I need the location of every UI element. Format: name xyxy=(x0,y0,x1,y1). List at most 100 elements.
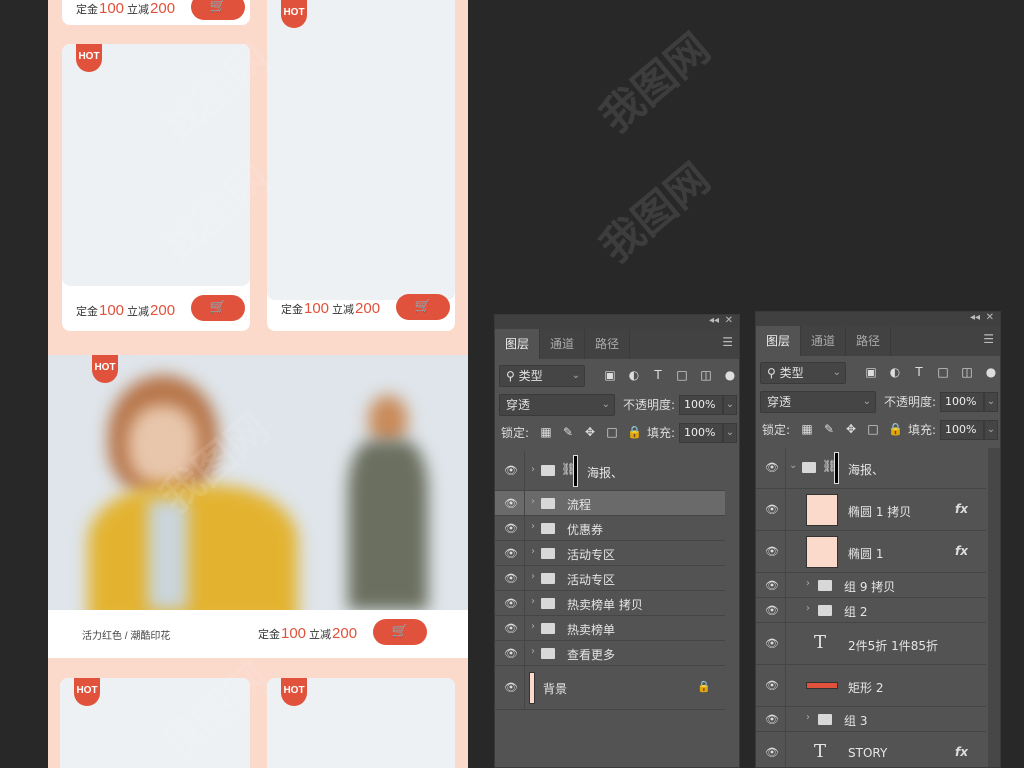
chevron-down-icon[interactable]: ⌄ xyxy=(984,392,998,412)
eye-icon[interactable]: 👁 xyxy=(764,545,780,558)
eye-icon[interactable]: 👁 xyxy=(503,681,519,694)
chevron-right-icon[interactable]: › xyxy=(531,596,535,607)
layer-row[interactable]: 👁 › 查看更多 xyxy=(495,641,725,666)
lock-brush-icon[interactable]: ✎ xyxy=(822,422,836,436)
chevron-right-icon[interactable]: › xyxy=(806,578,810,589)
chevron-down-icon[interactable]: ⌄ xyxy=(723,423,737,443)
fx-icon[interactable]: fx xyxy=(955,745,968,759)
fill-input[interactable]: 100% xyxy=(940,420,984,440)
add-to-cart-button[interactable]: 🛒 xyxy=(191,295,245,321)
eye-icon[interactable]: 👁 xyxy=(503,547,519,560)
blend-mode-select[interactable]: 穿透 ⌄ xyxy=(760,391,876,413)
lock-all-icon[interactable]: 🔒 xyxy=(888,422,903,436)
chevron-right-icon[interactable]: › xyxy=(531,464,535,475)
close-icon[interactable]: ✕ xyxy=(986,312,994,323)
smart-object-filter-icon[interactable]: ◫ xyxy=(960,365,974,379)
chevron-right-icon[interactable]: › xyxy=(531,496,535,507)
close-icon[interactable]: ✕ xyxy=(725,315,733,326)
tab-paths[interactable]: 路径 xyxy=(585,329,631,359)
eye-icon[interactable]: 👁 xyxy=(764,713,780,726)
eye-icon[interactable]: 👁 xyxy=(503,647,519,660)
chevron-right-icon[interactable]: › xyxy=(531,571,535,582)
eye-icon[interactable]: 👁 xyxy=(764,604,780,617)
eye-icon[interactable]: 👁 xyxy=(503,522,519,535)
chevron-right-icon[interactable]: › xyxy=(531,646,535,657)
chevron-right-icon[interactable]: › xyxy=(806,603,810,614)
opacity-input[interactable]: 100% xyxy=(940,392,984,412)
layer-row[interactable]: 👁 › 组 3 xyxy=(756,707,986,732)
panel-menu-icon[interactable]: ☰ xyxy=(722,335,733,349)
eye-icon[interactable]: 👁 xyxy=(503,622,519,635)
layer-row[interactable]: 👁 › ⛓ 海报、 xyxy=(495,451,725,491)
adjustment-filter-icon[interactable]: ◐ xyxy=(888,365,902,379)
layer-row[interactable]: 👁 椭圆 1 拷贝 fx xyxy=(756,489,986,531)
layer-row[interactable]: 👁 背景 🔒 xyxy=(495,666,725,710)
layer-row[interactable]: 👁 T STORY fx xyxy=(756,732,986,767)
eye-icon[interactable]: 👁 xyxy=(764,503,780,516)
blend-mode-select[interactable]: 穿透 ⌄ xyxy=(499,394,615,416)
layer-row[interactable]: 👁 › 组 2 xyxy=(756,598,986,623)
chevron-down-icon[interactable]: ⌄ xyxy=(789,460,797,471)
eye-icon[interactable]: 👁 xyxy=(503,572,519,585)
shape-filter-icon[interactable]: □ xyxy=(936,365,950,379)
text-filter-icon[interactable]: T xyxy=(912,365,926,379)
eye-icon[interactable]: 👁 xyxy=(764,461,780,474)
eye-icon[interactable]: 👁 xyxy=(503,597,519,610)
eye-icon[interactable]: 👁 xyxy=(764,679,780,692)
tab-channels[interactable]: 通道 xyxy=(801,326,847,356)
layer-row[interactable]: 👁 › 优惠券 xyxy=(495,516,725,541)
lock-transparent-icon[interactable]: ▦ xyxy=(539,425,553,439)
chevron-right-icon[interactable]: › xyxy=(531,546,535,557)
fx-icon[interactable]: fx xyxy=(955,502,968,516)
layer-row[interactable]: 👁 矩形 2 xyxy=(756,665,986,707)
panel-menu-icon[interactable]: ☰ xyxy=(983,332,994,346)
layers-scrollbar[interactable] xyxy=(988,448,1000,767)
smart-object-filter-icon[interactable]: ◫ xyxy=(699,368,713,382)
lock-all-icon[interactable]: 🔒 xyxy=(627,425,642,439)
layer-row[interactable]: 👁 › 组 9 拷贝 xyxy=(756,573,986,598)
filter-toggle-icon[interactable]: ● xyxy=(984,365,998,379)
design-canvas[interactable]: 定金100 立减200 🛒 HOT 定金100 立减200 🛒 HOT 定金100 立… xyxy=(48,0,468,768)
image-filter-icon[interactable]: ▣ xyxy=(603,368,617,382)
layer-row[interactable]: 👁 椭圆 1 fx xyxy=(756,531,986,573)
shape-filter-icon[interactable]: □ xyxy=(675,368,689,382)
lock-artboard-icon[interactable]: □ xyxy=(605,425,619,439)
add-to-cart-button[interactable]: 🛒 xyxy=(373,619,427,645)
lock-transparent-icon[interactable]: ▦ xyxy=(800,422,814,436)
collapse-icon[interactable]: ◂◂ xyxy=(970,312,980,323)
layer-row[interactable]: 👁 ⌄ ⛓ 海报、 xyxy=(756,448,986,489)
lock-move-icon[interactable]: ✥ xyxy=(583,425,597,439)
layer-row[interactable]: 👁 T 2件5折 1件85折 xyxy=(756,623,986,665)
chevron-right-icon[interactable]: › xyxy=(531,521,535,532)
image-filter-icon[interactable]: ▣ xyxy=(864,365,878,379)
lock-move-icon[interactable]: ✥ xyxy=(844,422,858,436)
tab-paths[interactable]: 路径 xyxy=(846,326,892,356)
chevron-down-icon[interactable]: ⌄ xyxy=(723,395,737,415)
layer-row[interactable]: 👁 › 活动专区 xyxy=(495,566,725,591)
eye-icon[interactable]: 👁 xyxy=(764,746,780,759)
filter-toggle-icon[interactable]: ● xyxy=(723,368,737,382)
layer-row[interactable]: 👁 › 热卖榜单 拷贝 xyxy=(495,591,725,616)
eye-icon[interactable]: 👁 xyxy=(503,464,519,477)
lock-brush-icon[interactable]: ✎ xyxy=(561,425,575,439)
filter-type-select[interactable]: ⚲ 类型 ⌄ xyxy=(499,365,585,387)
tab-layers[interactable]: 图层 xyxy=(756,326,802,356)
chevron-down-icon[interactable]: ⌄ xyxy=(984,420,998,440)
opacity-input[interactable]: 100% xyxy=(679,395,723,415)
text-filter-icon[interactable]: T xyxy=(651,368,665,382)
layer-row[interactable]: 👁 › 热卖榜单 xyxy=(495,616,725,641)
filter-type-select[interactable]: ⚲ 类型 ⌄ xyxy=(760,362,846,384)
chevron-right-icon[interactable]: › xyxy=(531,621,535,632)
chevron-right-icon[interactable]: › xyxy=(806,712,810,723)
layer-row[interactable]: 👁 › 流程 xyxy=(495,491,725,516)
tab-layers[interactable]: 图层 xyxy=(495,329,541,359)
fx-icon[interactable]: fx xyxy=(955,544,968,558)
layer-row[interactable]: 👁 › 活动专区 xyxy=(495,541,725,566)
adjustment-filter-icon[interactable]: ◐ xyxy=(627,368,641,382)
eye-icon[interactable]: 👁 xyxy=(503,497,519,510)
add-to-cart-button[interactable]: 🛒 xyxy=(191,0,245,20)
eye-icon[interactable]: 👁 xyxy=(764,637,780,650)
fill-input[interactable]: 100% xyxy=(679,423,723,443)
tab-channels[interactable]: 通道 xyxy=(540,329,586,359)
lock-artboard-icon[interactable]: □ xyxy=(866,422,880,436)
